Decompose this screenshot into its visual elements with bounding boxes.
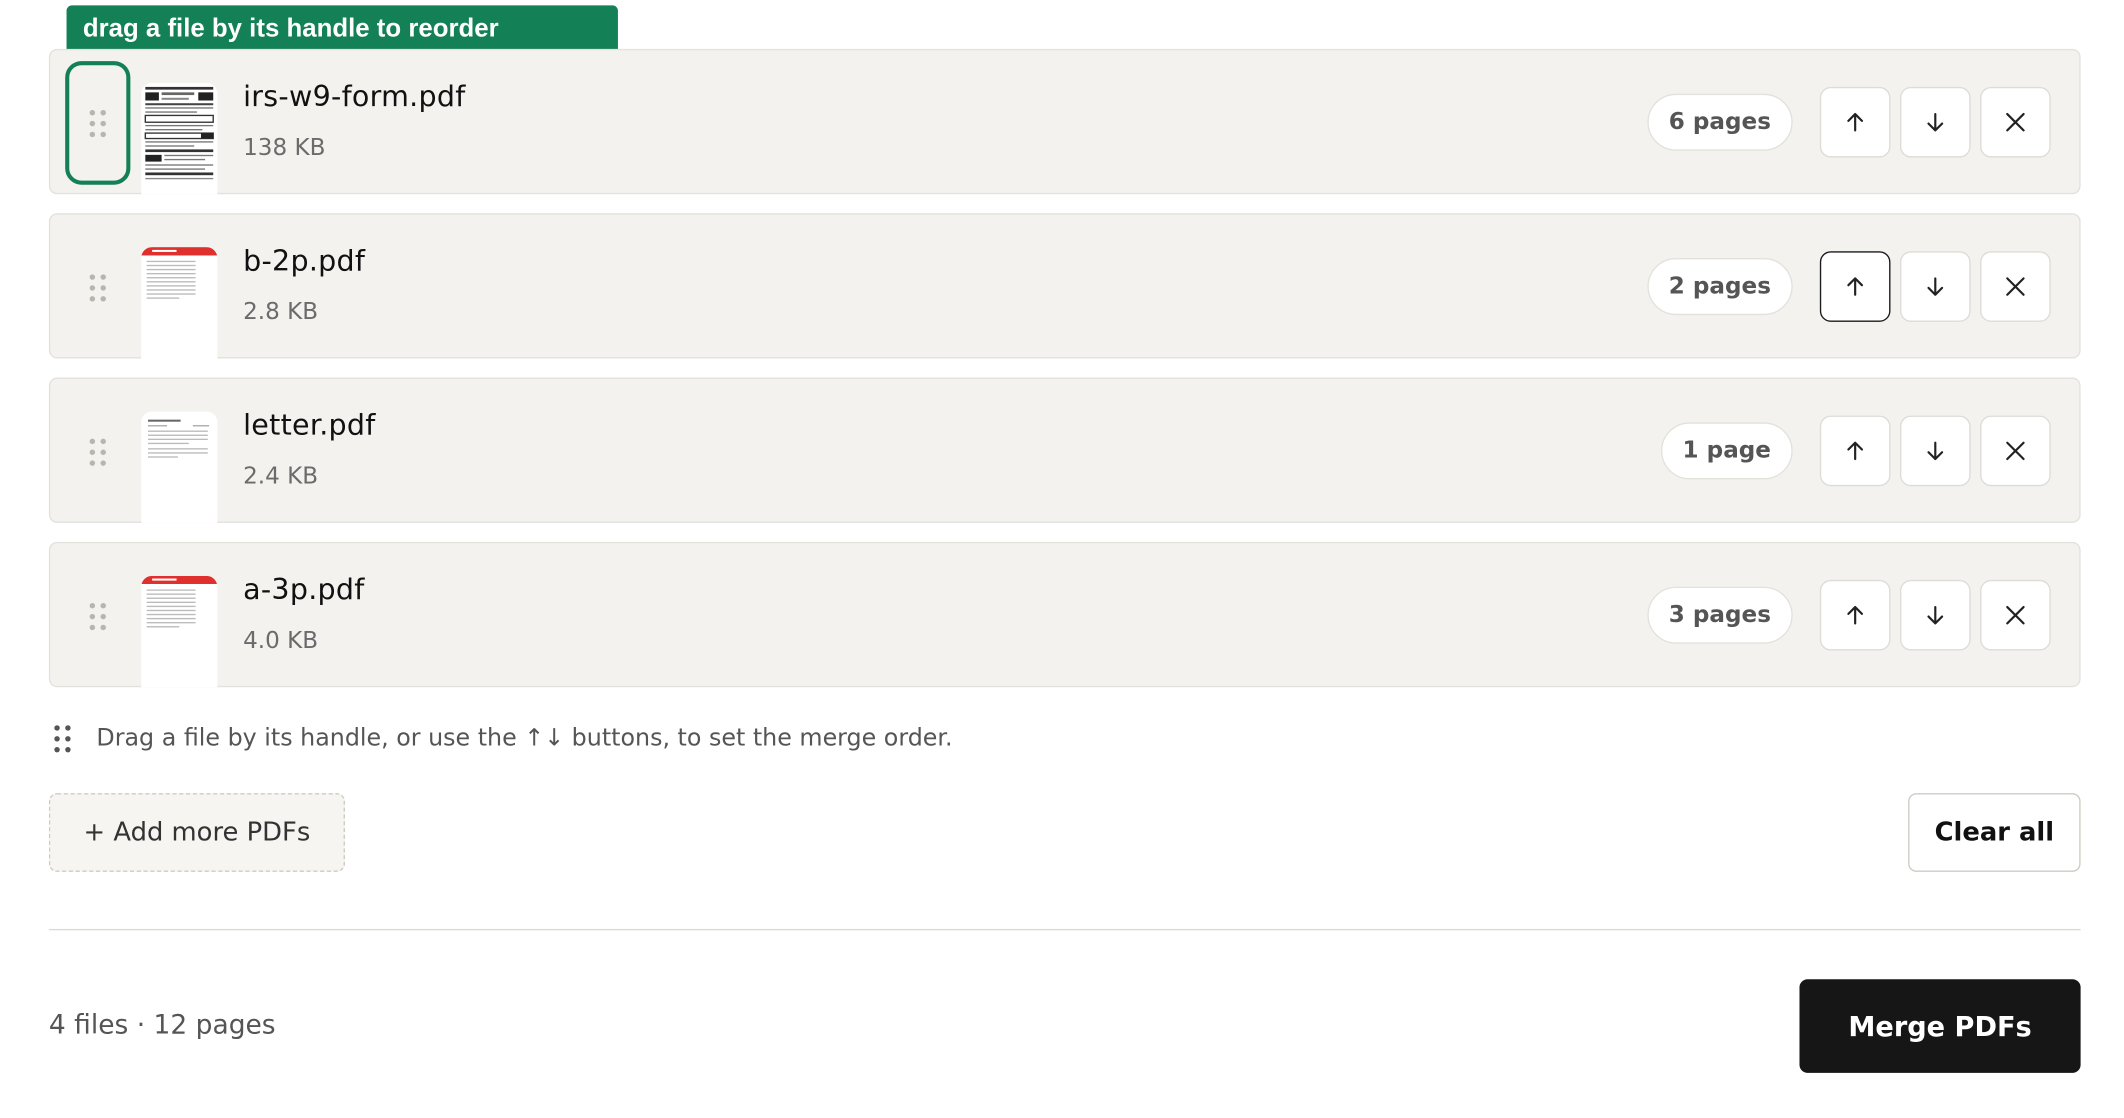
arrow-down-icon — [1927, 441, 1944, 461]
file-name: a-3p.pdf — [243, 573, 365, 606]
remove-file-button[interactable] — [1980, 579, 2051, 651]
file-name: b-2p.pdf — [243, 244, 366, 278]
file-row: b-2p.pdf 2.8 KB 2 pages — [48, 213, 2081, 359]
merge-pdf-panel: drag a file by its handle to reorder irs… — [0, 0, 2124, 1118]
file-size: 2.8 KB — [243, 298, 319, 326]
page-count-badge: 6 pages — [1647, 93, 1793, 151]
file-name: letter.pdf — [243, 408, 376, 442]
remove-file-button[interactable] — [1980, 251, 2051, 322]
remove-file-button[interactable] — [1980, 86, 2051, 158]
form-thumbnail — [141, 82, 218, 195]
remove-file-button[interactable] — [1980, 415, 2051, 487]
hint-text: Drag a file by its handle, or use the ↑↓… — [96, 725, 953, 753]
divider — [48, 928, 2081, 931]
close-icon — [2006, 277, 2025, 296]
file-size: 138 KB — [243, 134, 326, 162]
drag-handle-icon[interactable] — [65, 61, 131, 185]
arrow-down-icon — [1927, 277, 1944, 296]
arrow-up-icon — [1847, 441, 1864, 461]
move-up-button[interactable] — [1819, 86, 1891, 158]
clear-all-button[interactable]: Clear all — [1908, 793, 2081, 872]
letter-thumbnail — [141, 411, 218, 523]
drag-handle-icon — [54, 725, 71, 753]
merge-pdfs-button[interactable]: Merge PDFs — [1799, 979, 2081, 1073]
file-row: a-3p.pdf 4.0 KB 3 pages — [48, 541, 2081, 688]
close-icon — [2006, 605, 2025, 625]
page-count-badge: 2 pages — [1647, 258, 1793, 316]
file-size: 2.4 KB — [243, 463, 319, 491]
move-down-button[interactable] — [1899, 251, 1971, 322]
page-count-badge: 3 pages — [1647, 586, 1793, 644]
move-down-button[interactable] — [1899, 579, 1971, 651]
files-summary: 4 files · 12 pages — [48, 1009, 276, 1041]
red-header-thumbnail — [141, 575, 218, 688]
drag-handle-icon[interactable] — [65, 225, 130, 349]
move-down-button[interactable] — [1899, 415, 1971, 487]
arrow-down-icon — [1927, 605, 1944, 625]
drag-handle-icon[interactable] — [65, 554, 130, 678]
close-icon — [2006, 441, 2025, 461]
arrow-up-icon — [1847, 112, 1864, 132]
close-icon — [2006, 112, 2025, 132]
drag-handle-icon[interactable] — [65, 390, 130, 514]
file-row: irs-w9-form.pdf 138 KB 6 pages — [48, 48, 2081, 195]
red-header-thumbnail — [141, 247, 218, 359]
move-up-button[interactable] — [1819, 415, 1891, 487]
drag-tooltip: drag a file by its handle to reorder — [66, 5, 618, 55]
file-size: 4.0 KB — [243, 627, 319, 655]
arrow-up-icon — [1847, 605, 1864, 625]
arrow-down-icon — [1927, 112, 1944, 132]
reorder-hint: Drag a file by its handle, or use the ↑↓… — [54, 725, 953, 753]
move-down-button[interactable] — [1899, 86, 1971, 158]
move-up-button[interactable] — [1819, 251, 1891, 322]
move-up-button[interactable] — [1819, 579, 1891, 651]
file-name: irs-w9-form.pdf — [243, 80, 466, 113]
arrow-up-icon — [1847, 277, 1864, 296]
page-count-badge: 1 page — [1660, 422, 1793, 480]
add-more-pdfs-button[interactable]: + Add more PDFs — [48, 793, 345, 872]
file-row: letter.pdf 2.4 KB 1 page — [48, 377, 2081, 523]
